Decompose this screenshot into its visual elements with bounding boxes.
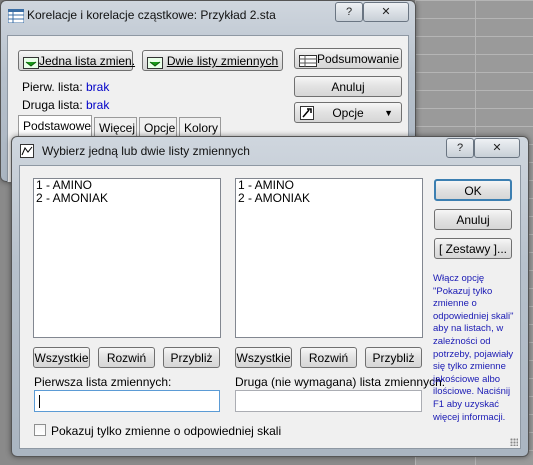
options-button[interactable]: Opcje ▼ (294, 102, 402, 123)
second-list-value: brak (86, 98, 110, 112)
app-grid-icon (7, 8, 25, 26)
options-label: Opcje (332, 106, 364, 120)
resize-grip-icon[interactable] (510, 438, 518, 446)
summary-icon (299, 53, 317, 74)
second-list-field-label: Druga (nie wymagana) lista zmiennych: (235, 375, 446, 389)
first-list-label: Pierw. lista: (22, 80, 83, 94)
first-variable-list[interactable]: 1 - AMINO 2 - AMONIAK (33, 178, 221, 338)
scale-filter-checkbox[interactable] (34, 424, 46, 436)
one-list-button[interactable]: Jedna lista zmien. (18, 50, 136, 71)
tab-options[interactable]: Opcje (139, 117, 177, 137)
two-lists-label: Dwie listy zmiennych (166, 54, 279, 68)
right-zoom-button[interactable]: Przybliż (365, 347, 422, 368)
help-button[interactable]: ? (446, 138, 474, 158)
two-lists-button[interactable]: Dwie listy zmiennych (142, 50, 283, 71)
window-title: Korelacje i korelacje cząstkowe: Przykła… (27, 8, 276, 22)
ok-button[interactable]: OK (434, 179, 512, 201)
chart-icon (20, 144, 34, 161)
first-list-field-label: Pierwsza lista zmiennych: (34, 375, 172, 389)
tab-more[interactable]: Więcej (94, 117, 137, 137)
list-item[interactable]: 2 - AMONIAK (236, 192, 422, 205)
dialog-title: Wybierz jedną lub dwie listy zmiennych (42, 144, 250, 158)
scale-filter-label: Pokazuj tylko zmienne o odpowiedniej ska… (51, 424, 282, 438)
options-icon (300, 106, 314, 127)
one-list-label: Jedna lista zmien. (39, 54, 136, 68)
summary-label: Podsumowanie (316, 52, 400, 66)
cancel-button[interactable]: Anuluj (294, 76, 402, 97)
first-list-value: brak (86, 80, 110, 94)
dropdown-arrow-icon: ▼ (384, 108, 393, 118)
right-expand-button[interactable]: Rozwiń (300, 347, 357, 368)
variable-sets-button[interactable]: [ Zestawy ]... (434, 238, 512, 259)
close-button[interactable]: ✕ (474, 138, 520, 158)
summary-button[interactable]: Podsumowanie (294, 48, 402, 69)
cancel-button[interactable]: Anuluj (434, 209, 512, 230)
help-button[interactable]: ? (335, 2, 363, 22)
tab-strip: Podstawowe Więcej Opcje Kolory (18, 115, 288, 137)
list-item[interactable]: 2 - AMONIAK (34, 192, 220, 205)
tab-colors[interactable]: Kolory (179, 117, 221, 137)
right-all-button[interactable]: Wszystkie (235, 347, 292, 368)
help-hint-text: Włącz opcję "Pokazuj tylko zmienne o odp… (433, 273, 514, 423)
second-variable-list[interactable]: 1 - AMINO 2 - AMONIAK (235, 178, 423, 338)
list-icon (147, 55, 163, 76)
left-expand-button[interactable]: Rozwiń (98, 347, 155, 368)
first-list-input[interactable] (34, 390, 220, 412)
close-button[interactable]: ✕ (363, 2, 409, 22)
left-zoom-button[interactable]: Przybliż (163, 347, 220, 368)
titlebar: Korelacje i korelacje cząstkowe: Przykła… (1, 1, 415, 29)
left-all-button[interactable]: Wszystkie (33, 347, 90, 368)
tab-basic[interactable]: Podstawowe (18, 115, 92, 137)
second-list-label: Druga lista: (22, 98, 83, 112)
dialog-titlebar: Wybierz jedną lub dwie listy zmiennych ?… (12, 137, 528, 165)
list-icon (23, 55, 39, 76)
text-cursor (39, 395, 40, 408)
select-variables-dialog: Wybierz jedną lub dwie listy zmiennych ?… (11, 136, 529, 457)
dialog-client: 1 - AMINO 2 - AMONIAK 1 - AMINO 2 - AMON… (19, 165, 521, 449)
second-list-input[interactable] (235, 390, 422, 412)
